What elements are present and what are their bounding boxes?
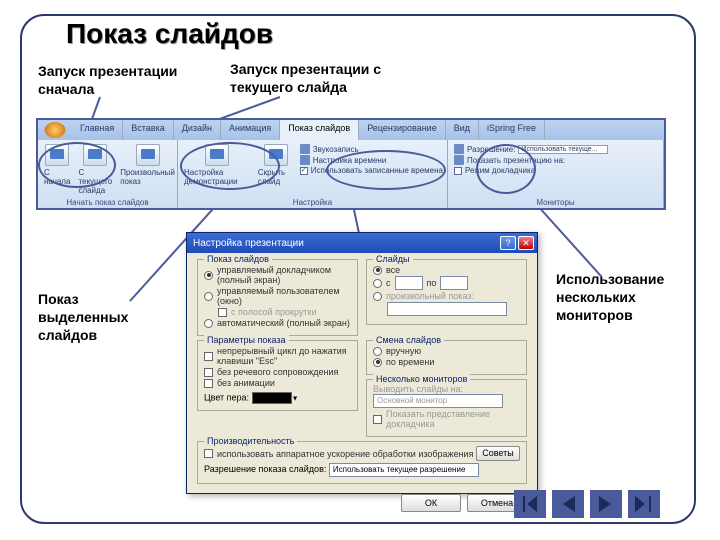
tab-animation[interactable]: Анимация xyxy=(221,120,280,140)
callout-from-current: Запуск презентации с текущего слайда xyxy=(230,60,410,96)
highlight-circle xyxy=(180,142,280,190)
chk-loop[interactable]: непрерывный цикл до нажатия клавиши "Esc… xyxy=(204,346,351,366)
resolution-dropdown[interactable]: Использовать текуще... xyxy=(518,145,608,154)
btn-custom-show[interactable]: Произвольный показ xyxy=(118,142,177,188)
resolution-dropdown[interactable]: Использовать текущее разрешение xyxy=(329,463,479,477)
fieldset-monitors: Несколько мониторов Выводить слайды на: … xyxy=(366,379,527,437)
clock-icon xyxy=(300,155,310,165)
highlight-circle xyxy=(326,150,446,190)
callout-custom-show: Показ выделенных слайдов xyxy=(38,290,158,345)
fieldset-advance: Смена слайдов вручную по времени xyxy=(366,340,527,375)
tab-review[interactable]: Рецензирование xyxy=(359,120,446,140)
legend: Показ слайдов xyxy=(204,254,272,264)
tab-view[interactable]: Вид xyxy=(446,120,479,140)
ribbon: Главная Вставка Дизайн Анимация Показ сл… xyxy=(36,118,666,210)
chk-no-animation[interactable]: без анимации xyxy=(204,378,351,388)
nav-buttons xyxy=(514,490,660,518)
tab-slideshow[interactable]: Показ слайдов xyxy=(280,120,359,140)
dialog-titlebar: Настройка презентации ? ✕ xyxy=(187,233,537,253)
custom-show-dropdown xyxy=(387,302,507,316)
radio-custom: произвольный показ: xyxy=(373,291,520,301)
dialog-title: Настройка презентации xyxy=(193,238,304,249)
group-label: Мониторы xyxy=(452,198,659,208)
tips-button[interactable]: Советы xyxy=(476,446,520,461)
fieldset-options: Параметры показа непрерывный цикл до наж… xyxy=(197,340,358,411)
radio-speaker[interactable]: управляемый докладчиком (полный экран) xyxy=(204,265,351,285)
monitor-icon xyxy=(454,144,464,154)
legend: Смена слайдов xyxy=(373,335,444,345)
chk-hw-accel[interactable]: использовать аппаратное ускорение обрабо… xyxy=(204,449,473,459)
monitor-icon xyxy=(136,144,160,166)
radio-manual[interactable]: вручную xyxy=(373,346,520,356)
resolution-row: Разрешение показа слайдов: Использовать … xyxy=(204,463,520,477)
tab-design[interactable]: Дизайн xyxy=(174,120,221,140)
pen-color-row: Цвет пера: ▼ xyxy=(204,392,351,404)
group-label: Начать показ слайдов xyxy=(42,198,173,208)
legend: Производительность xyxy=(204,436,297,446)
record-icon xyxy=(300,144,310,154)
nav-first[interactable] xyxy=(514,490,546,518)
chk-scrollbar: с полосой прокрутки xyxy=(218,307,351,317)
checkbox-icon xyxy=(454,167,462,175)
ribbon-tabs: Главная Вставка Дизайн Анимация Показ сл… xyxy=(38,120,664,140)
highlight-circle xyxy=(476,144,536,194)
tab-ispring[interactable]: iSpring Free xyxy=(479,120,545,140)
highlight-circle xyxy=(38,142,116,188)
radio-range[interactable]: с по xyxy=(373,276,520,290)
fieldset-slides: Слайды все с по произвольный показ: xyxy=(366,259,527,325)
chk-no-narration[interactable]: без речевого сопровождения xyxy=(204,367,351,377)
tab-home[interactable]: Главная xyxy=(72,120,123,140)
pen-color-swatch[interactable] xyxy=(252,392,292,404)
nav-next[interactable] xyxy=(590,490,622,518)
callout-from-beginning: Запуск презентации сначала xyxy=(38,62,218,98)
legend: Слайды xyxy=(373,254,413,264)
fieldset-performance: Производительность использовать аппаратн… xyxy=(197,441,527,484)
monitor-label: Выводить слайды на: xyxy=(373,384,520,394)
chk-presenter-view: Показать представление докладчика xyxy=(373,409,520,429)
tab-insert[interactable]: Вставка xyxy=(123,120,173,140)
group-label: Настройка xyxy=(182,198,443,208)
setup-dialog: Настройка презентации ? ✕ Показ слайдов … xyxy=(186,232,538,494)
nav-prev[interactable] xyxy=(552,490,584,518)
spin-to[interactable] xyxy=(440,276,468,290)
monitor-icon xyxy=(454,155,464,165)
legend: Несколько мониторов xyxy=(373,374,470,384)
radio-individual[interactable]: управляемый пользователем (окно) xyxy=(204,286,351,306)
ok-button[interactable]: ОК xyxy=(401,494,461,512)
office-button[interactable] xyxy=(45,122,66,138)
radio-timings[interactable]: по времени xyxy=(373,357,520,367)
nav-last[interactable] xyxy=(628,490,660,518)
spin-from[interactable] xyxy=(395,276,423,290)
close-button[interactable]: ✕ xyxy=(518,236,534,250)
callout-monitors: Использование нескольких мониторов xyxy=(556,270,696,325)
checkbox-icon xyxy=(300,167,308,175)
radio-all-slides[interactable]: все xyxy=(373,265,520,275)
monitor-dropdown: Основной монитор xyxy=(373,394,503,408)
help-button[interactable]: ? xyxy=(500,236,516,250)
fieldset-show-type: Показ слайдов управляемый докладчиком (п… xyxy=(197,259,358,336)
ribbon-body: С начала С текущего слайда Произвольный … xyxy=(38,140,664,208)
legend: Параметры показа xyxy=(204,335,289,345)
page-title: Показ слайдов xyxy=(66,18,273,50)
radio-kiosk[interactable]: автоматический (полный экран) xyxy=(204,318,351,328)
